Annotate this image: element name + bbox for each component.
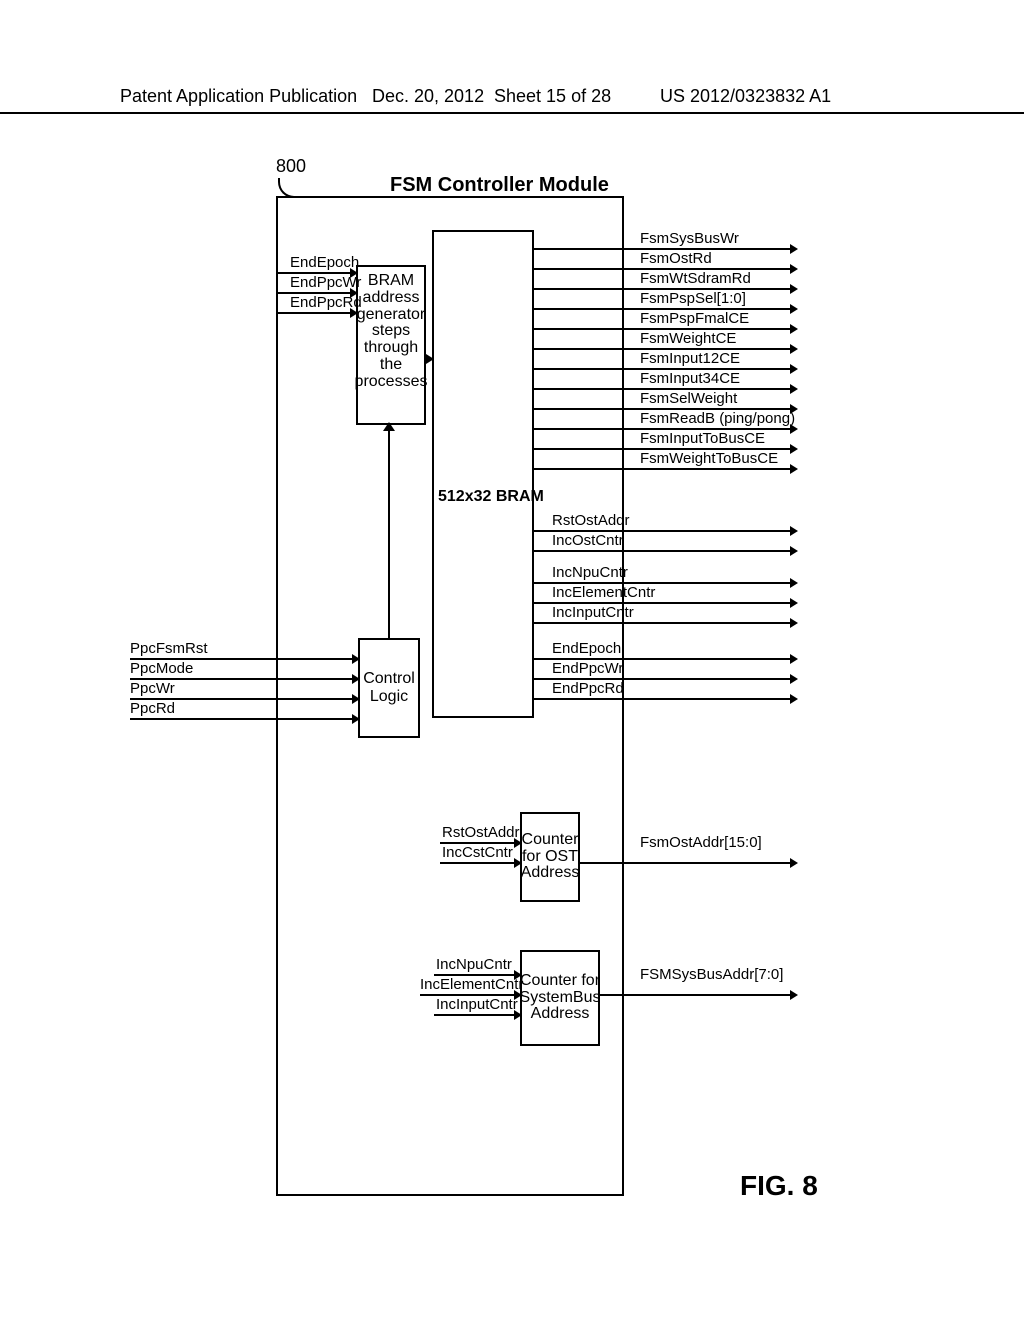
arrow-incinputcntr-mid	[534, 622, 796, 624]
signal-incelementcntr-sys: IncElementCntr	[420, 976, 523, 993]
bram-addr-text: BRAM address generator steps through the…	[355, 273, 428, 391]
signal-fsmpspsel: FsmPspSel[1:0]	[640, 290, 746, 307]
diagram-title: FSM Controller Module	[390, 174, 609, 197]
signal-incelementcntr-mid: IncElementCntr	[552, 584, 655, 601]
control-logic-label1: Control	[363, 670, 415, 688]
arrow-fsmostaddr	[580, 862, 796, 864]
signal-endppcwr-out: EndPpcWr	[552, 660, 623, 677]
signal-fsmwtsdramrd: FsmWtSdramRd	[640, 270, 751, 287]
signal-fsmweightce: FsmWeightCE	[640, 330, 736, 347]
diagram-canvas: 800 FSM Controller Module BRAM address g…	[0, 100, 1024, 1260]
arrow-ppcrd	[130, 718, 358, 720]
counter-ost-box: Counter for OST Address	[520, 812, 580, 902]
arrowhead-up-icon	[383, 422, 395, 431]
arrow-inccstcntr-ost	[440, 862, 520, 864]
bram-addr-generator-box: BRAM address generator steps through the…	[356, 265, 426, 425]
signal-fsmselweight: FsmSelWeight	[640, 390, 737, 407]
bram-label: 512x32 BRAM	[438, 488, 544, 506]
line-ctrl-to-bramaddr	[388, 426, 390, 638]
signal-ppcrd: PpcRd	[130, 700, 175, 717]
signal-incinputcntr-mid: IncInputCntr	[552, 604, 634, 621]
signal-incostcntr-mid: IncOstCntr	[552, 532, 624, 549]
arrow-fsmweighttobusce	[534, 468, 796, 470]
signal-incinputcntr-sys: IncInputCntr	[436, 996, 518, 1013]
arrow-endppcrd-out	[534, 698, 796, 700]
signal-incnpucntr-mid: IncNpuCntr	[552, 564, 628, 581]
control-logic-label2: Logic	[370, 688, 408, 706]
signal-rstostaddr-ost: RstOstAddr	[442, 824, 520, 841]
control-logic-box: Control Logic	[358, 638, 420, 738]
signal-fsmpspfmalce: FsmPspFmalCE	[640, 310, 749, 327]
signal-ppcfsmrst: PpcFsmRst	[130, 640, 208, 657]
counter-sysbus-box: Counter for SystemBus Address	[520, 950, 600, 1046]
signal-fsmostaddr: FsmOstAddr[15:0]	[640, 834, 762, 851]
signal-fsmsysbuswr: FsmSysBusWr	[640, 230, 739, 247]
arrow-endppcrd-in	[276, 312, 356, 314]
signal-ppcwr: PpcWr	[130, 680, 175, 697]
signal-fsmreadb: FsmReadB (ping/pong)	[640, 410, 795, 427]
signal-fsminput34ce: FsmInput34CE	[640, 370, 740, 387]
counter-sysbus-text: Counter for SystemBus Address	[520, 973, 601, 1023]
signal-endppcrd-out: EndPpcRd	[552, 680, 624, 697]
reference-arc	[278, 178, 300, 198]
signal-incnpucntr-sys: IncNpuCntr	[436, 956, 512, 973]
arrow-bramaddr-to-bram	[426, 358, 432, 360]
signal-fsminputtobusce: FsmInputToBusCE	[640, 430, 765, 447]
signal-fsmweighttobusce: FsmWeightToBusCE	[640, 450, 778, 467]
counter-ost-text: Counter for OST Address	[521, 832, 580, 882]
reference-numeral: 800	[276, 156, 306, 177]
signal-rstostaddr-mid: RstOstAddr	[552, 512, 630, 529]
bram-box	[432, 230, 534, 718]
signal-endepoch-out: EndEpoch	[552, 640, 621, 657]
signal-fsmostrd: FsmOstRd	[640, 250, 712, 267]
signal-ppcmode: PpcMode	[130, 660, 193, 677]
arrow-incostcntr-mid	[534, 550, 796, 552]
arrow-fsmsysbusaddr	[600, 994, 796, 996]
arrow-incinputcntr-sys	[434, 1014, 520, 1016]
signal-inccstcntr-ost: IncCstCntr	[442, 844, 513, 861]
signal-fsmsysbusaddr: FSMSysBusAddr[7:0]	[640, 966, 783, 983]
signal-fsminput12ce: FsmInput12CE	[640, 350, 740, 367]
signal-endepoch-in: EndEpoch	[290, 254, 359, 271]
figure-label: FIG. 8	[740, 1170, 818, 1202]
